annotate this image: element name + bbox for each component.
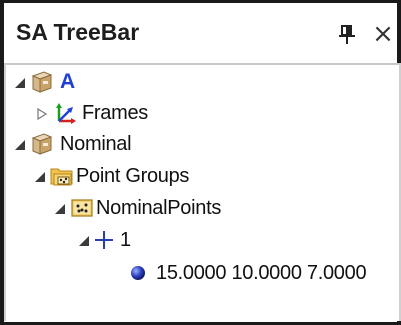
tree-node-nominal-points[interactable]: NominalPoints bbox=[54, 193, 221, 223]
point-group-icon bbox=[70, 196, 94, 220]
tree-node-coordinates-label: 15.0000 10.0000 7.0000 bbox=[156, 261, 367, 284]
expanded-triangle-icon[interactable] bbox=[34, 170, 46, 182]
box-icon bbox=[30, 70, 54, 94]
close-icon[interactable]: × bbox=[370, 21, 396, 47]
tree-view[interactable]: A Frames Nominal Point Groups NominalPoi… bbox=[4, 63, 401, 321]
tree-node-coordinates[interactable]: 15.0000 10.0000 7.0000 bbox=[128, 258, 367, 288]
tree-node-frames-label: Frames bbox=[82, 101, 148, 124]
panel-title: SA TreeBar bbox=[16, 19, 140, 45]
collapsed-triangle-icon[interactable] bbox=[36, 107, 48, 121]
folder-points-icon bbox=[50, 164, 74, 188]
expanded-triangle-icon[interactable] bbox=[54, 202, 66, 214]
crosshair-icon bbox=[92, 228, 116, 252]
tree-node-a[interactable]: A bbox=[14, 67, 75, 97]
tree-node-point-1[interactable]: 1 bbox=[78, 225, 131, 255]
tree-node-nominal-label: Nominal bbox=[60, 132, 132, 155]
tree-node-point-groups[interactable]: Point Groups bbox=[34, 161, 189, 191]
tree-node-point-groups-label: Point Groups bbox=[76, 164, 190, 187]
expanded-triangle-icon[interactable] bbox=[78, 234, 90, 246]
expanded-triangle-icon[interactable] bbox=[14, 138, 26, 150]
sphere-point-icon bbox=[128, 263, 148, 283]
tree-node-nominal-points-label: NominalPoints bbox=[96, 196, 222, 219]
tree-node-a-label: A bbox=[60, 70, 75, 93]
expanded-triangle-icon[interactable] bbox=[14, 76, 26, 88]
tree-node-nominal[interactable]: Nominal bbox=[14, 129, 132, 159]
tree-node-frames[interactable]: Frames bbox=[36, 98, 148, 128]
box-icon bbox=[30, 132, 54, 156]
pin-icon[interactable] bbox=[336, 23, 358, 47]
panel-header: SA TreeBar × bbox=[4, 3, 397, 63]
frames-axes-icon bbox=[54, 101, 78, 125]
tree-node-point-1-label: 1 bbox=[120, 228, 131, 251]
